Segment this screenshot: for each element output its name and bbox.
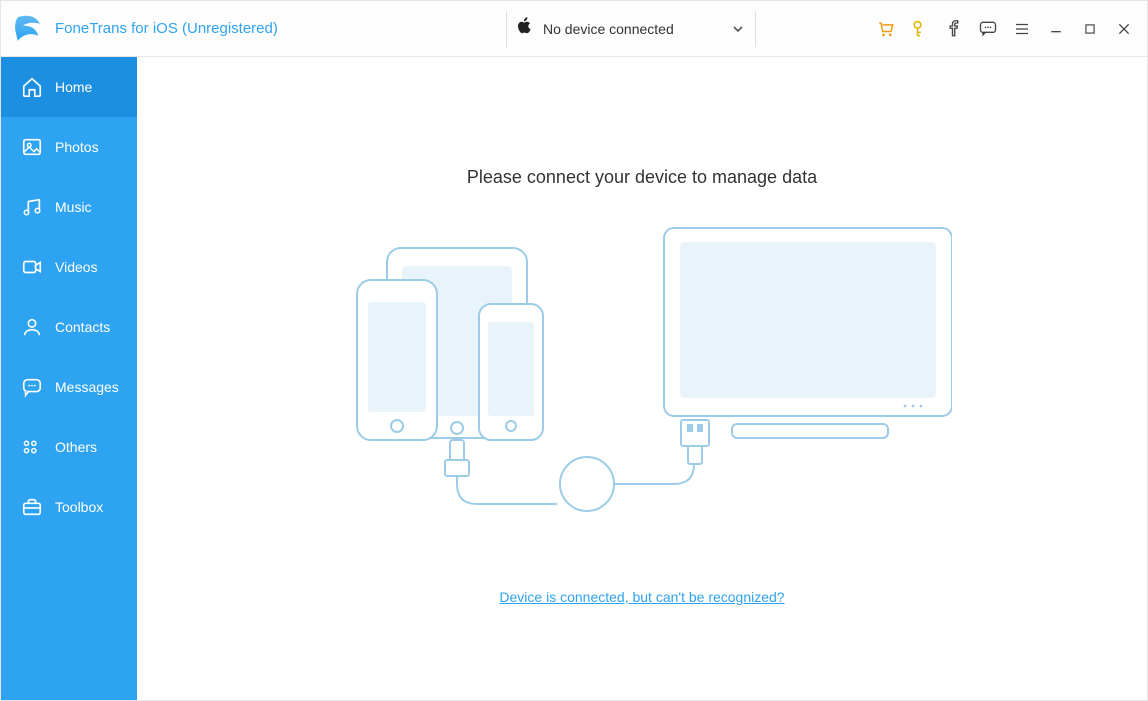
app-title: FoneTrans for iOS (Unregistered) xyxy=(55,20,278,37)
others-icon xyxy=(21,436,43,458)
close-button[interactable] xyxy=(1107,12,1141,46)
sidebar-item-videos[interactable]: Videos xyxy=(1,237,137,297)
sidebar-item-music[interactable]: Music xyxy=(1,177,137,237)
content: Home Photos Music Videos Contacts xyxy=(1,57,1147,700)
facebook-button[interactable] xyxy=(937,12,971,46)
titlebar: FoneTrans for iOS (Unregistered) No devi… xyxy=(1,1,1147,57)
app-logo-icon xyxy=(11,12,45,46)
connect-prompt: Please connect your device to manage dat… xyxy=(467,167,817,188)
home-icon xyxy=(21,76,43,98)
register-key-button[interactable] xyxy=(903,12,937,46)
sidebar-item-label: Toolbox xyxy=(55,499,103,515)
toolbox-icon xyxy=(21,496,43,518)
photos-icon xyxy=(21,136,43,158)
logo-block: FoneTrans for iOS (Unregistered) xyxy=(11,12,278,46)
sidebar-item-label: Others xyxy=(55,439,97,455)
sidebar-item-toolbox[interactable]: Toolbox xyxy=(1,477,137,537)
music-icon xyxy=(21,196,43,218)
apple-icon xyxy=(517,17,533,40)
contacts-icon xyxy=(21,316,43,338)
chevron-down-icon xyxy=(731,22,745,36)
sidebar-item-others[interactable]: Others xyxy=(1,417,137,477)
minimize-button[interactable] xyxy=(1039,12,1073,46)
device-not-recognized-link[interactable]: Device is connected, but can't be recogn… xyxy=(499,589,784,605)
main-pane: Please connect your device to manage dat… xyxy=(137,57,1147,700)
maximize-button[interactable] xyxy=(1073,12,1107,46)
sidebar-item-label: Music xyxy=(55,199,92,215)
connect-illustration xyxy=(332,224,952,529)
feedback-button[interactable] xyxy=(971,12,1005,46)
sidebar-item-label: Contacts xyxy=(55,319,110,335)
sidebar: Home Photos Music Videos Contacts xyxy=(1,57,137,700)
device-dropdown-label: No device connected xyxy=(543,21,674,37)
sidebar-item-messages[interactable]: Messages xyxy=(1,357,137,417)
titlebar-actions xyxy=(869,12,1141,46)
sidebar-item-home[interactable]: Home xyxy=(1,57,137,117)
messages-icon xyxy=(21,376,43,398)
cart-button[interactable] xyxy=(869,12,903,46)
sidebar-item-label: Photos xyxy=(55,139,99,155)
sidebar-item-label: Home xyxy=(55,79,92,95)
menu-button[interactable] xyxy=(1005,12,1039,46)
sidebar-item-photos[interactable]: Photos xyxy=(1,117,137,177)
sidebar-item-contacts[interactable]: Contacts xyxy=(1,297,137,357)
videos-icon xyxy=(21,256,43,278)
device-dropdown[interactable]: No device connected xyxy=(506,11,756,47)
sidebar-item-label: Videos xyxy=(55,259,98,275)
sidebar-item-label: Messages xyxy=(55,379,119,395)
